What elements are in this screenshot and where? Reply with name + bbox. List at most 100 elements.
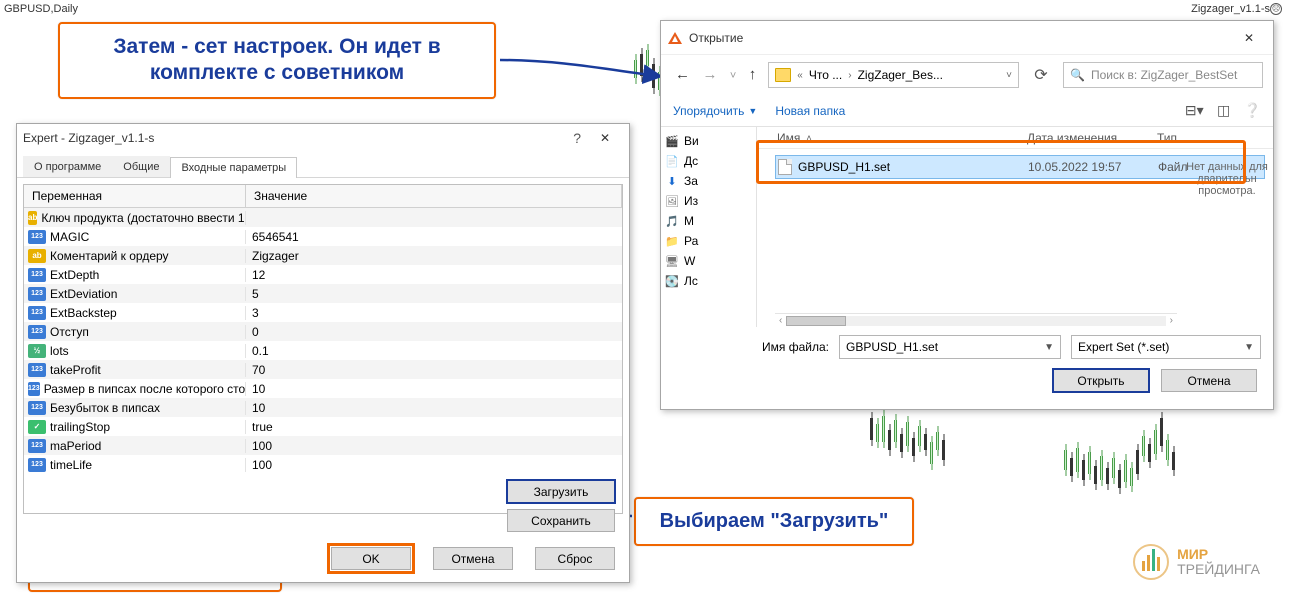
param-row[interactable]: abКлюч продукта (достаточно ввести 1 ... xyxy=(24,208,622,227)
param-value[interactable]: 100 xyxy=(246,439,622,453)
help-icon[interactable]: ❔ xyxy=(1244,102,1261,118)
reset-button[interactable]: Сброс xyxy=(535,547,615,570)
type-badge-icon: 123 xyxy=(28,268,46,282)
organize-dropdown[interactable]: Упорядочить▼ xyxy=(673,104,757,118)
tab-common[interactable]: Общие xyxy=(112,156,170,177)
breadcrumb[interactable]: « Что ... › ZigZager_Bes... ˅ xyxy=(768,62,1019,88)
tree-item[interactable]: 🖥W xyxy=(665,251,752,271)
view-mode-icon[interactable]: ⊟▾ xyxy=(1185,102,1204,118)
tree-item-label: Дс xyxy=(684,154,698,168)
tree-item[interactable]: 🎬 Ви xyxy=(665,131,752,151)
param-value[interactable]: 12 xyxy=(246,268,622,282)
param-name: maPeriod xyxy=(50,439,101,453)
param-value[interactable]: Zigzager xyxy=(246,249,622,263)
new-folder-button[interactable]: Новая папка xyxy=(775,104,845,118)
app-icon xyxy=(667,30,683,46)
help-icon[interactable]: ? xyxy=(573,130,581,146)
chart-symbol-label: GBPUSD,Daily xyxy=(4,3,78,15)
load-button[interactable]: Загрузить xyxy=(507,480,615,503)
scroll-left-icon[interactable]: ‹ xyxy=(779,315,782,326)
chevron-down-icon[interactable]: ▼ xyxy=(1244,342,1254,353)
param-name: ExtDepth xyxy=(50,268,99,282)
tree-item-label: Ра xyxy=(684,234,698,248)
folder-tree[interactable]: 🎬 Ви 📄 Дс ⬇За 🖼 Из 🎵М📁Ра🖥W💽Лс xyxy=(661,127,757,327)
preview-pane-icon[interactable]: ◫ xyxy=(1217,102,1230,118)
tab-inputs[interactable]: Входные параметры xyxy=(170,157,297,178)
tree-item-icon: 🖼 xyxy=(665,194,679,208)
callout-choose-load: Выбираем "Загрузить" xyxy=(634,497,914,546)
param-value[interactable]: 100 xyxy=(246,458,622,472)
scrollbar-thumb[interactable] xyxy=(786,316,846,326)
tree-item[interactable]: 🎵М xyxy=(665,211,752,231)
param-value[interactable]: 0 xyxy=(246,325,622,339)
filter-combo[interactable]: Expert Set (*.set)▼ xyxy=(1071,335,1261,359)
param-row[interactable]: 123timeLife100 xyxy=(24,455,622,474)
param-value[interactable]: 0.1 xyxy=(246,344,622,358)
param-row[interactable]: abКоментарий к ордеруZigzager xyxy=(24,246,622,265)
back-icon[interactable]: ← xyxy=(675,66,690,83)
cancel-button[interactable]: Отмена xyxy=(433,547,513,570)
filename-combo[interactable]: GBPUSD_H1.set▼ xyxy=(839,335,1061,359)
param-value[interactable]: 3 xyxy=(246,306,622,320)
expert-dialog: Expert - Zigzager_v1.1-s ? ✕ О программе… xyxy=(16,123,630,583)
refresh-icon[interactable]: ⟳ xyxy=(1027,62,1055,88)
param-value[interactable]: 5 xyxy=(246,287,622,301)
ok-button[interactable]: OK xyxy=(331,547,411,570)
param-row[interactable]: 123Отступ0 xyxy=(24,322,622,341)
param-value[interactable]: true xyxy=(246,420,622,434)
param-name: Безубыток в пипсах xyxy=(50,401,160,415)
param-name: Отступ xyxy=(50,325,89,339)
type-badge-icon: ½ xyxy=(28,344,46,358)
param-value[interactable]: 10 xyxy=(246,401,622,415)
type-badge-icon: ✓ xyxy=(28,420,46,434)
param-row[interactable]: 123Размер в пипсах после которого сто...… xyxy=(24,379,622,398)
param-row[interactable]: ✓trailingStoptrue xyxy=(24,417,622,436)
tree-item[interactable]: 📄 Дс xyxy=(665,151,752,171)
scroll-right-icon[interactable]: › xyxy=(1170,315,1173,326)
close-icon[interactable]: ✕ xyxy=(587,126,623,150)
param-row[interactable]: 123takeProfit70 xyxy=(24,360,622,379)
chevron-down-icon[interactable]: ˅ xyxy=(730,70,736,82)
param-value[interactable]: 10 xyxy=(246,382,622,396)
callout-settings-set: Затем - сет настроек. Он идет в комплект… xyxy=(58,22,496,99)
tree-item[interactable]: 💽Лс xyxy=(665,271,752,291)
tree-item-label: Ви xyxy=(684,134,699,148)
tree-item-label: М xyxy=(684,214,694,228)
chevron-down-icon[interactable]: ▼ xyxy=(1044,342,1054,353)
tree-item-label: Из xyxy=(684,194,698,208)
breadcrumb-part[interactable]: ZigZager_Bes... xyxy=(858,68,943,82)
param-value[interactable]: 70 xyxy=(246,363,622,377)
param-row[interactable]: 123ExtBackstep3 xyxy=(24,303,622,322)
search-input[interactable]: 🔍 Поиск в: ZigZager_BestSet xyxy=(1063,62,1263,88)
cancel-button[interactable]: Отмена xyxy=(1161,369,1257,392)
col-value[interactable]: Значение xyxy=(246,185,622,207)
col-variable[interactable]: Переменная xyxy=(24,185,246,207)
type-badge-icon: 123 xyxy=(28,287,46,301)
type-badge-icon: 123 xyxy=(28,401,46,415)
param-row[interactable]: ½lots0.1 xyxy=(24,341,622,360)
file-row-highlight xyxy=(756,140,1246,184)
tree-item[interactable]: 🖼 Из xyxy=(665,191,752,211)
up-icon[interactable]: ↑ xyxy=(749,66,757,83)
tree-item[interactable]: ⬇За xyxy=(665,171,752,191)
tree-item-icon: 🎬 xyxy=(665,134,679,148)
breadcrumb-part[interactable]: Что ... xyxy=(809,68,842,82)
save-button[interactable]: Сохранить xyxy=(507,509,615,532)
forward-icon[interactable]: → xyxy=(702,66,717,83)
brand-logo-icon xyxy=(1133,544,1169,580)
expert-name-label: Zigzager_v1.1-s☹ xyxy=(1191,3,1282,15)
chevron-down-icon[interactable]: ˅ xyxy=(1006,70,1012,81)
param-row[interactable]: 123maPeriod100 xyxy=(24,436,622,455)
nav-arrows[interactable]: ← → ˅ ↑ xyxy=(671,66,760,84)
param-row[interactable]: 123 ExtDepth 12 xyxy=(24,265,622,284)
tab-about[interactable]: О программе xyxy=(23,156,112,177)
param-row[interactable]: 123MAGIC6546541 xyxy=(24,227,622,246)
param-row[interactable]: 123ExtDeviation5 xyxy=(24,284,622,303)
tree-item[interactable]: 📁Ра xyxy=(665,231,752,251)
close-icon[interactable]: ✕ xyxy=(1231,26,1267,50)
open-button[interactable]: Открыть xyxy=(1053,369,1149,392)
tree-item-icon: ⬇ xyxy=(665,174,679,188)
tree-item-icon: 📄 xyxy=(665,154,679,168)
param-value[interactable]: 6546541 xyxy=(246,230,622,244)
param-row[interactable]: 123 Безубыток в пипсах 10 xyxy=(24,398,622,417)
